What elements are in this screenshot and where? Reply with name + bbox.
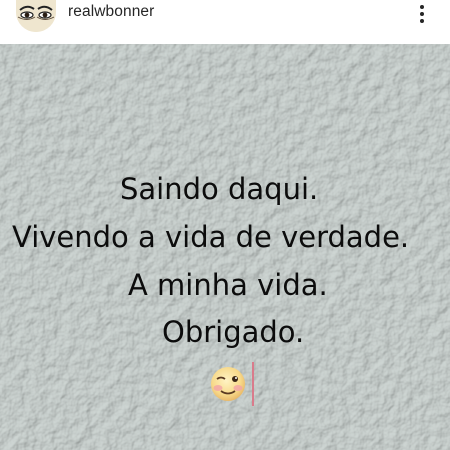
eyes-avatar-icon — [16, 0, 56, 32]
post-header: realwbonner — [0, 0, 450, 44]
message-line-4: Obrigado. — [162, 315, 305, 349]
avatar[interactable] — [16, 0, 56, 32]
message-line-1: Saindo daqui. — [120, 172, 319, 206]
message-line-3: A minha vida. — [128, 268, 328, 302]
text-cursor — [252, 362, 254, 406]
message-line-2: Vivendo a vida de verdade. — [12, 220, 410, 254]
more-vertical-icon — [420, 5, 424, 9]
more-options-button[interactable] — [410, 2, 434, 26]
winking-face-icon — [211, 367, 245, 401]
post-image[interactable]: Saindo daqui. Vivendo a vida de verdade.… — [0, 44, 450, 450]
username[interactable]: realwbonner — [68, 3, 154, 21]
more-vertical-icon-dot — [420, 19, 424, 23]
more-vertical-icon-dot — [420, 12, 424, 16]
